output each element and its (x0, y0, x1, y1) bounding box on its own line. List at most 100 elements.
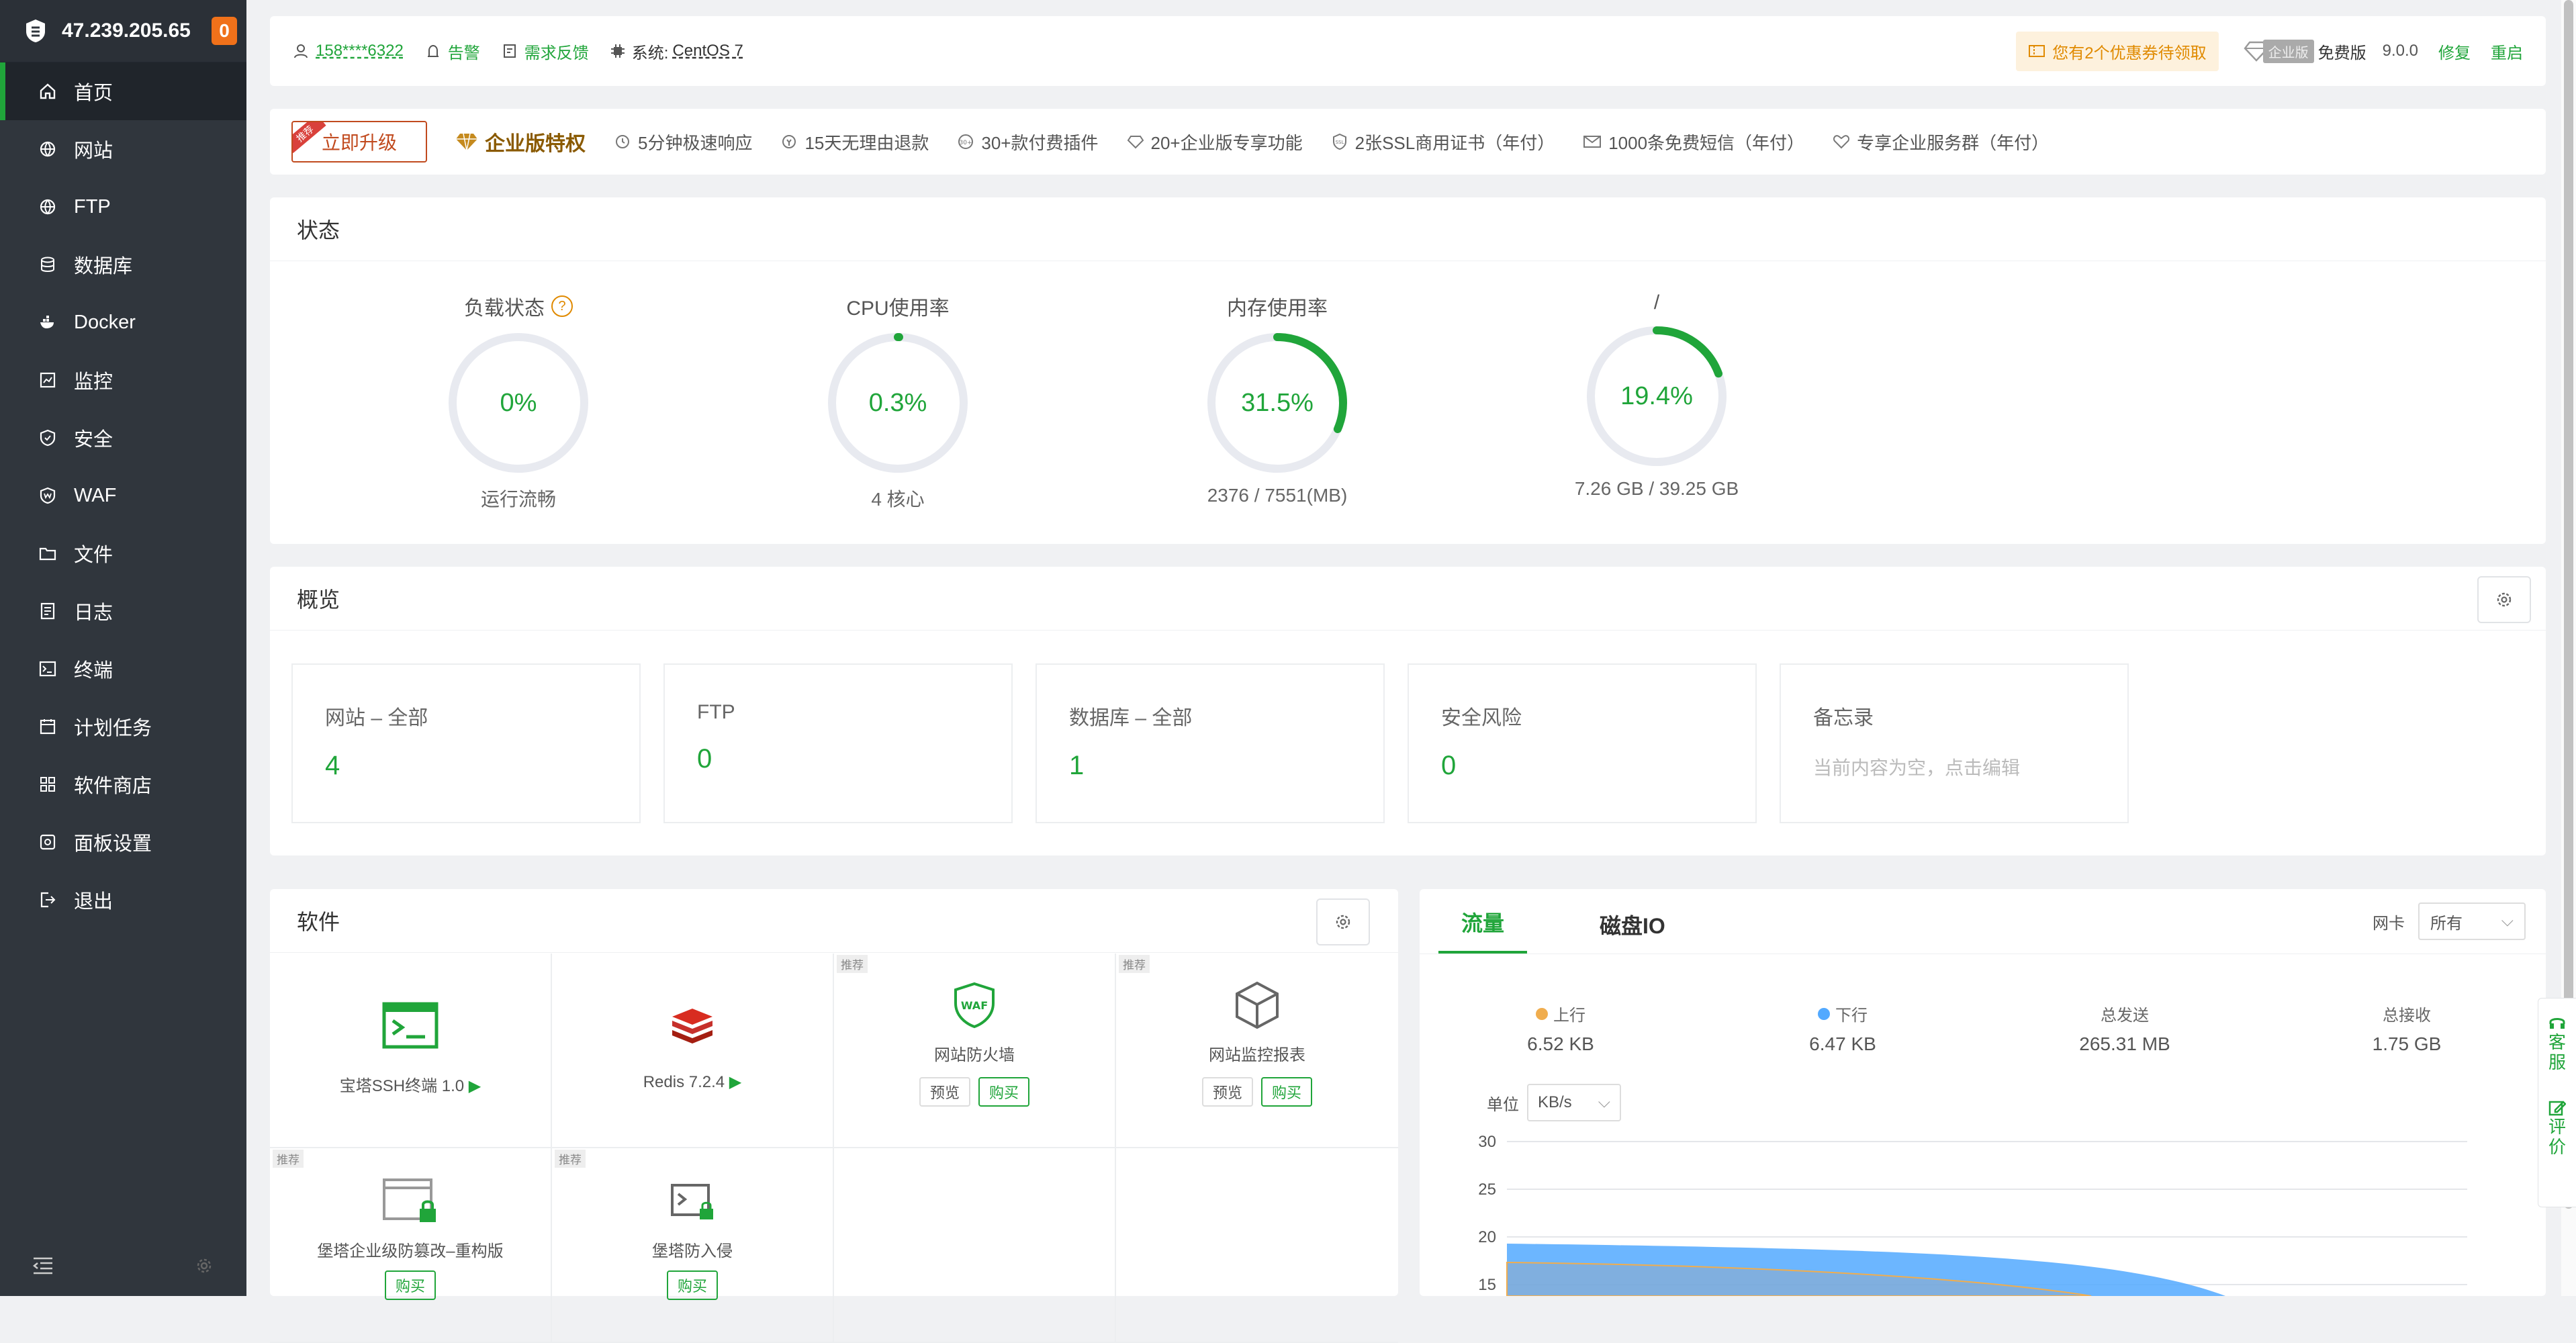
enterprise-promo-bar: 推荐 立即升级 企业版特权 5分钟极速响应 15天无理由退款 30+ 30+款付费… (270, 109, 2546, 175)
promo-label-features: 20+企业版专享功能 (1150, 132, 1303, 153)
floating-toolbar: 客服 评价 (2538, 998, 2576, 1207)
overview-memo[interactable]: 备忘录 当前内容为空，点击编辑 (1780, 663, 2129, 823)
home-icon (40, 83, 56, 99)
nav-item-ftp[interactable]: FTP (0, 178, 246, 236)
stat-download: 下行 6.47 KB (1702, 1002, 1984, 1055)
play-icon[interactable]: ▶ (729, 1073, 741, 1091)
software-item-monitor-report[interactable]: 推荐 网站监控报表 预览 购买 (1116, 954, 1398, 1148)
buy-button[interactable]: 购买 (384, 1270, 436, 1300)
buy-button[interactable]: 购买 (1261, 1077, 1313, 1107)
play-icon[interactable]: ▶ (469, 1077, 481, 1095)
overview-risk-value: 0 (1441, 751, 1457, 780)
customer-service-button[interactable]: 客服 (2538, 999, 2576, 1072)
overview-security-risk[interactable]: 安全风险 0 (1408, 663, 1757, 823)
nav-item-home[interactable]: 首页 (0, 62, 246, 120)
status-panel: 状态 负载状态? 0% 运行流畅 CPU使用率 0.3% 4 核心 内存使用率 … (270, 197, 2546, 544)
gauge-memory-value: 31.5% (1241, 388, 1314, 417)
message-count-badge[interactable]: 0 (212, 17, 237, 45)
software-monitor-actions: 预览 购买 (1116, 1077, 1398, 1107)
review-button[interactable]: 评价 (2538, 1072, 2576, 1157)
tab-traffic[interactable]: 流量 (1438, 907, 1528, 954)
nav-item-terminal[interactable]: 终端 (0, 640, 246, 698)
overview-database[interactable]: 数据库 – 全部 1 (1036, 663, 1385, 823)
server-header: 47.239.205.65 0 (0, 0, 246, 62)
sidebar-footer (0, 1236, 246, 1296)
overview-ftp[interactable]: FTP 0 (663, 663, 1013, 823)
overview-website[interactable]: 网站 – 全部 4 (291, 663, 641, 823)
gauge-cpu-value: 0.3% (868, 388, 927, 417)
overview-ftp-title: FTP (697, 701, 735, 723)
preview-button[interactable]: 预览 (919, 1077, 970, 1107)
customer-service-label: 客服 (2548, 1032, 2567, 1072)
gauge-cpu-label: CPU使用率 (846, 297, 950, 320)
nav-item-files[interactable]: 文件 (0, 524, 246, 582)
nav-item-docker[interactable]: Docker (0, 293, 246, 351)
gauge-memory[interactable]: 内存使用率 31.5% 2376 / 7551(MB) (1177, 291, 1378, 506)
nav-label-waf: WAF (74, 484, 117, 506)
software-redis-name: Redis 7.2.4 (643, 1073, 725, 1091)
promo-item-ssl: SSL 2张SSL商用证书（年付） (1331, 130, 1555, 154)
gear-icon (1336, 915, 1350, 929)
promo-label-ssl: 2张SSL商用证书（年付） (1354, 132, 1555, 153)
main-content: 158****6322 告警 需求反馈 系统: CentOS 7 您有2个优惠券待… (246, 0, 2576, 1343)
tab-disk-io[interactable]: 磁盘IO (1577, 909, 1688, 954)
user-phone[interactable]: 158****6322 (316, 42, 404, 60)
gauge-cpu[interactable]: CPU使用率 0.3% 4 核心 (797, 291, 999, 512)
repair-link[interactable]: 修复 (2438, 40, 2471, 63)
nav-item-website[interactable]: 网站 (0, 120, 246, 178)
collapse-menu-icon[interactable] (32, 1256, 54, 1275)
alarm-link[interactable]: 告警 (425, 40, 480, 63)
unit-select[interactable]: KB/s ⌵ (1527, 1084, 1621, 1121)
nav-item-logout[interactable]: 退出 (0, 871, 246, 929)
traffic-panel: 流量 磁盘IO 网卡 所有 ⌵ 上行 6.52 KB 下行 6.47 KB 总发送 26… (1420, 889, 2546, 1296)
feedback-link[interactable]: 需求反馈 (502, 40, 589, 63)
nic-select[interactable]: 所有 ⌵ (2418, 902, 2526, 940)
refund-icon (782, 135, 796, 148)
upgrade-button[interactable]: 推荐 立即升级 (291, 121, 427, 163)
chart-y-tick: 25 (1478, 1180, 1496, 1199)
top-bar: 158****6322 告警 需求反馈 系统: CentOS 7 您有2个优惠券待… (270, 16, 2546, 86)
nav-item-cron[interactable]: 计划任务 (0, 698, 246, 755)
gauge-cpu-ring: 0.3% (824, 329, 972, 477)
buy-button[interactable]: 购买 (666, 1270, 718, 1300)
nav-item-security[interactable]: 安全 (0, 409, 246, 467)
nic-selector: 网卡 所有 ⌵ (2373, 902, 2526, 940)
user-info[interactable]: 158****6322 (293, 42, 404, 60)
nav-label-logs: 日志 (74, 602, 113, 624)
svg-text:WAF: WAF (961, 999, 988, 1012)
preview-button[interactable]: 预览 (1201, 1077, 1253, 1107)
software-item-tamper-proof[interactable]: 推荐 堡塔企业级防篡改–重构版 购买 (270, 1148, 552, 1343)
system-value: CentOS 7 (672, 42, 743, 60)
nav-menu: 首页 网站 FTP 数据库 Docker 监控 安全 WAF 文件 日志 终端 … (0, 62, 246, 929)
clock-refresh-icon (616, 135, 629, 148)
promo-item-refund: 15天无理由退款 (780, 130, 929, 154)
gauge-disk[interactable]: / 19.4% 7.26 GB / 39.25 GB (1556, 291, 1757, 500)
buy-button[interactable]: 购买 (978, 1077, 1030, 1107)
coupon-banner[interactable]: 您有2个优惠券待领取 (2016, 31, 2219, 71)
software-item-intrusion[interactable]: 推荐 堡塔防入侵 购买 (552, 1148, 834, 1343)
server-ip[interactable]: 47.239.205.65 (62, 19, 191, 42)
traffic-chart[interactable]: 30 25 20 15 (1446, 1128, 2494, 1296)
gauge-disk-label: / (1653, 291, 1660, 314)
software-settings-button[interactable] (1316, 898, 1370, 945)
settings-gear-icon[interactable] (194, 1256, 214, 1276)
help-icon[interactable]: ? (551, 295, 573, 317)
waf-shield-icon: WAF (954, 982, 995, 1029)
software-item-ssh[interactable]: 宝塔SSH终端 1.0 ▶ (270, 954, 552, 1148)
software-item-redis[interactable]: Redis 7.2.4 ▶ (552, 954, 834, 1148)
coupon-icon (2029, 45, 2045, 57)
gauge-load[interactable]: 负载状态? 0% 运行流畅 (418, 291, 619, 512)
nav-label-cron: 计划任务 (74, 718, 152, 739)
restart-link[interactable]: 重启 (2491, 40, 2523, 63)
nav-item-monitor[interactable]: 监控 (0, 351, 246, 409)
overview-settings-button[interactable] (2477, 576, 2531, 623)
nav-item-logs[interactable]: 日志 (0, 582, 246, 640)
software-item-waf[interactable]: 推荐 WAF 网站防火墙 预览 购买 (834, 954, 1116, 1148)
nav-item-store[interactable]: 软件商店 (0, 755, 246, 813)
gauge-memory-label: 内存使用率 (1227, 297, 1328, 320)
nav-item-waf[interactable]: WAF (0, 467, 246, 524)
folder-icon (39, 547, 56, 561)
nav-item-settings[interactable]: 面板设置 (0, 813, 246, 871)
nav-item-database[interactable]: 数据库 (0, 236, 246, 293)
stat-sent-label: 总发送 (2101, 1007, 2149, 1025)
